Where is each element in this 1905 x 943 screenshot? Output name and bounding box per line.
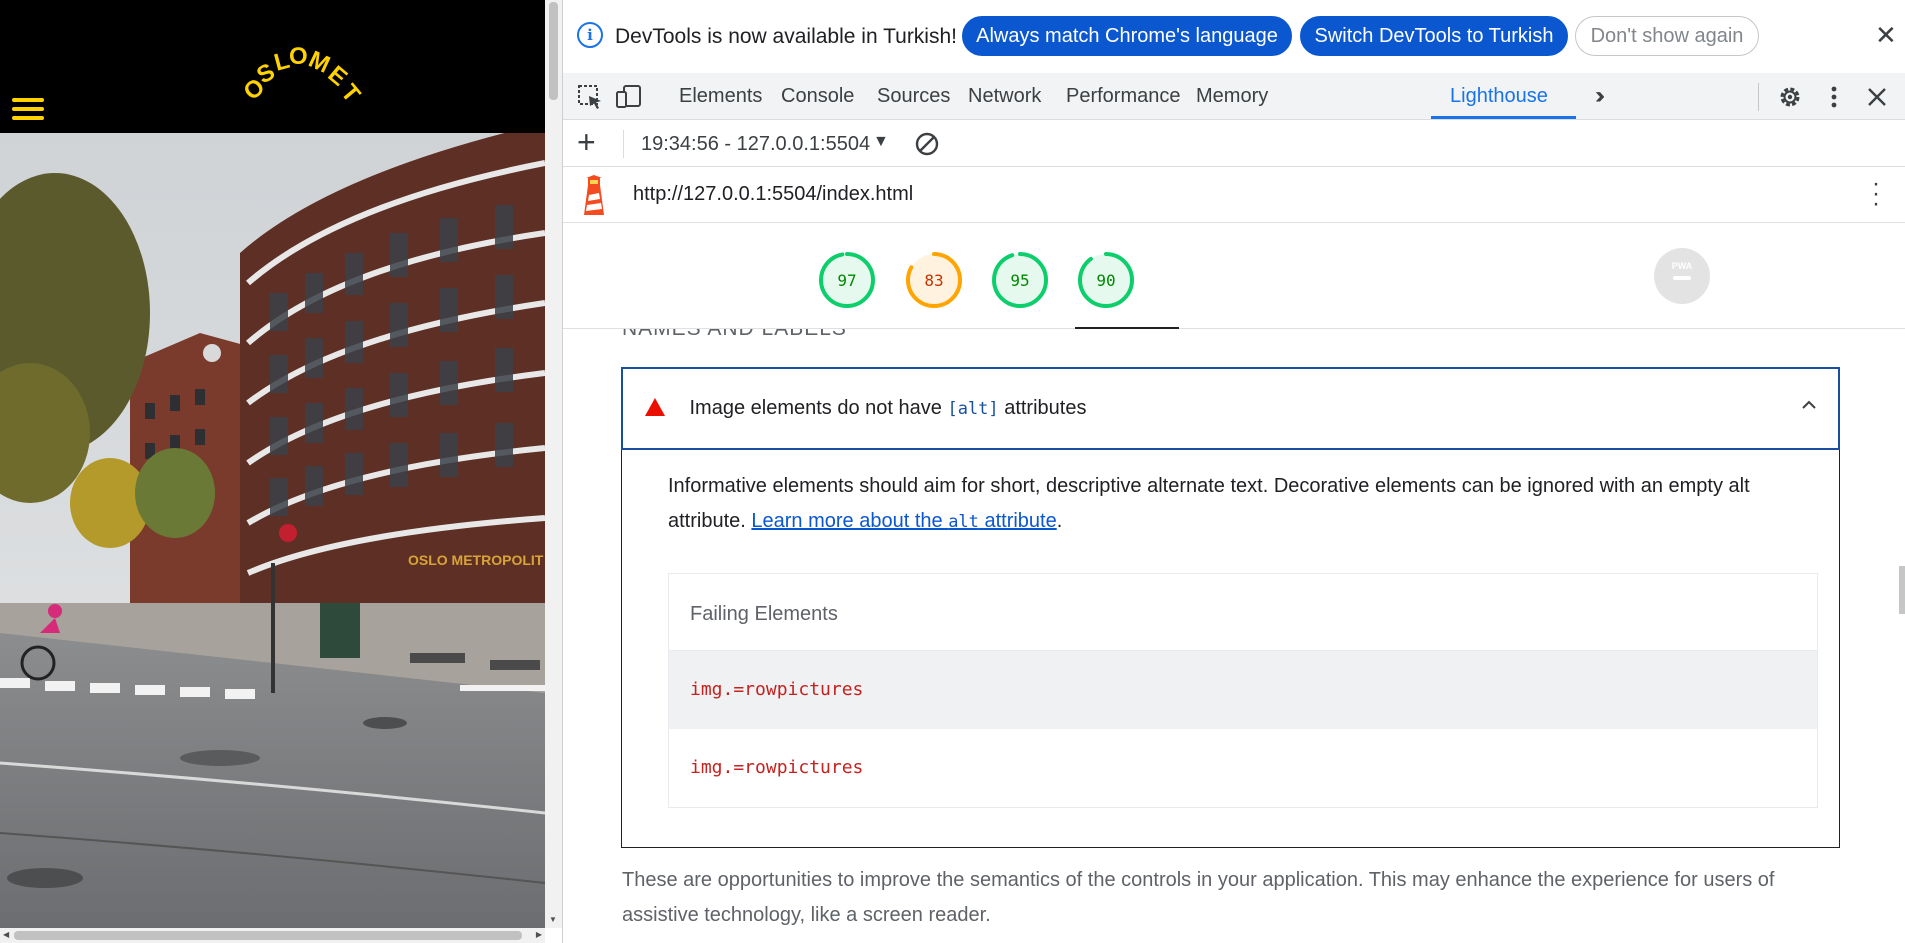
language-infobar: i DevTools is now available in Turkish! … <box>563 0 1905 73</box>
table-row[interactable]: img.=rowpictures <box>669 729 1817 807</box>
scroll-thumb[interactable] <box>14 931 522 940</box>
scroll-left-arrow-icon[interactable]: ◀ <box>3 930 9 939</box>
devtools-tabbar: Elements Console Sources Network Perform… <box>563 73 1905 120</box>
learn-more-link[interactable]: Learn more about the alt attribute <box>751 510 1056 532</box>
score-value: 95 <box>1010 271 1029 290</box>
score-gauge[interactable]: 95 <box>991 251 1049 309</box>
audit-group-title: NAMES AND LABELS <box>622 329 847 341</box>
toolbar-divider <box>1758 83 1759 111</box>
infobar-message: DevTools is now available in Turkish! <box>615 25 957 48</box>
hamburger-menu-icon[interactable] <box>12 98 44 122</box>
tab-performance[interactable]: Performance <box>1066 85 1181 108</box>
dont-show-again-button[interactable]: Don't show again <box>1575 16 1759 56</box>
svg-text:O: O <box>289 43 308 70</box>
close-icon[interactable]: ✕ <box>1875 20 1897 51</box>
score-value: 97 <box>837 271 856 290</box>
scroll-thumb[interactable] <box>549 2 558 100</box>
new-report-plus-icon[interactable]: + <box>577 124 596 161</box>
info-icon: i <box>577 22 603 48</box>
active-tab-indicator <box>1431 116 1576 119</box>
close-devtools-icon[interactable] <box>1863 83 1891 111</box>
oslomet-logo[interactable]: O S L O M E T <box>235 30 375 110</box>
failing-element-selector: img.=rowpictures <box>690 757 864 778</box>
campus-hero-image: OSLO METROPOLIT <box>0 133 545 928</box>
device-toolbar-icon[interactable] <box>615 83 643 111</box>
report-selector[interactable]: 19:34:56 - 127.0.0.1:5504 <box>641 133 870 156</box>
site-header: O S L O M E T <box>0 0 545 133</box>
pwa-label: PWA <box>1672 261 1693 271</box>
table-header-label: Failing Elements <box>690 603 838 625</box>
chevron-up-icon[interactable] <box>1799 395 1819 415</box>
preview-horizontal-scrollbar[interactable]: ◀ ▶ <box>0 928 545 943</box>
devtools-scroll-thumb[interactable] <box>1899 566 1905 614</box>
pwa-badge-icon[interactable]: PWA <box>1653 247 1711 305</box>
customize-menu-icon[interactable] <box>1820 83 1848 111</box>
score-gauge[interactable]: 83 <box>905 251 963 309</box>
score-gauge[interactable]: 97 <box>818 251 876 309</box>
switch-to-turkish-button[interactable]: Switch DevTools to Turkish <box>1300 16 1568 56</box>
devtools-panel: i DevTools is now available in Turkish! … <box>563 0 1905 943</box>
audit-image-alt: Image elements do not have [alt] attribu… <box>620 366 1840 848</box>
audit-header[interactable]: Image elements do not have [alt] attribu… <box>620 366 1840 450</box>
failing-elements-table: Failing Elements img.=rowpictures img.=r… <box>668 573 1818 808</box>
audit-description: Informative elements should aim for shor… <box>668 475 1750 532</box>
score-value: 90 <box>1096 271 1115 290</box>
lighthouse-logo-icon <box>584 175 604 215</box>
website-preview: O S L O M E T OSLO METROPOLIT <box>0 0 545 943</box>
audit-title: Image elements do not have [alt] attribu… <box>689 396 1087 419</box>
score-value: 83 <box>924 271 943 290</box>
audited-url: http://127.0.0.1:5504/index.html <box>633 183 914 205</box>
match-chrome-language-button[interactable]: Always match Chrome's language <box>962 16 1292 56</box>
inspect-element-icon[interactable] <box>576 83 604 111</box>
scroll-right-arrow-icon[interactable]: ▶ <box>536 930 542 939</box>
tab-elements[interactable]: Elements <box>679 85 762 108</box>
table-row[interactable]: img.=rowpictures <box>669 651 1817 729</box>
tab-console[interactable]: Console <box>781 85 854 108</box>
audit-group-description: These are opportunities to improve the s… <box>622 869 1775 926</box>
tab-network[interactable]: Network <box>968 85 1041 108</box>
report-menu-icon[interactable]: · · · <box>1870 172 1882 216</box>
toolbar-divider <box>623 130 624 158</box>
failing-element-selector: img.=rowpictures <box>690 679 864 700</box>
score-gauge[interactable]: 90 <box>1077 251 1135 309</box>
fail-triangle-icon <box>644 397 665 416</box>
settings-gear-icon[interactable] <box>1776 83 1804 111</box>
more-tabs-icon[interactable]: ›› <box>1595 82 1605 110</box>
scroll-down-arrow-icon[interactable]: ▼ <box>549 915 557 924</box>
lighthouse-toolbar: + 19:34:56 - 127.0.0.1:5504 ▼ <box>563 120 1905 167</box>
clear-reports-icon[interactable] <box>913 130 941 158</box>
tab-lighthouse[interactable]: Lighthouse <box>1450 85 1548 108</box>
preview-vertical-scrollbar[interactable]: ▼ <box>545 0 562 928</box>
score-gauges: 97 83 95 90 PWA <box>563 223 1905 329</box>
tab-sources[interactable]: Sources <box>877 85 950 108</box>
lighthouse-report: NAMES AND LABELS Image elements do not h… <box>563 329 1905 943</box>
tab-memory[interactable]: Memory <box>1196 85 1268 108</box>
building-sign: OSLO METROPOLIT <box>408 552 544 568</box>
chevron-down-icon[interactable]: ▼ <box>873 133 889 151</box>
report-url-row: http://127.0.0.1:5504/index.html · · · <box>563 167 1905 223</box>
table-header: Failing Elements <box>669 574 1817 651</box>
